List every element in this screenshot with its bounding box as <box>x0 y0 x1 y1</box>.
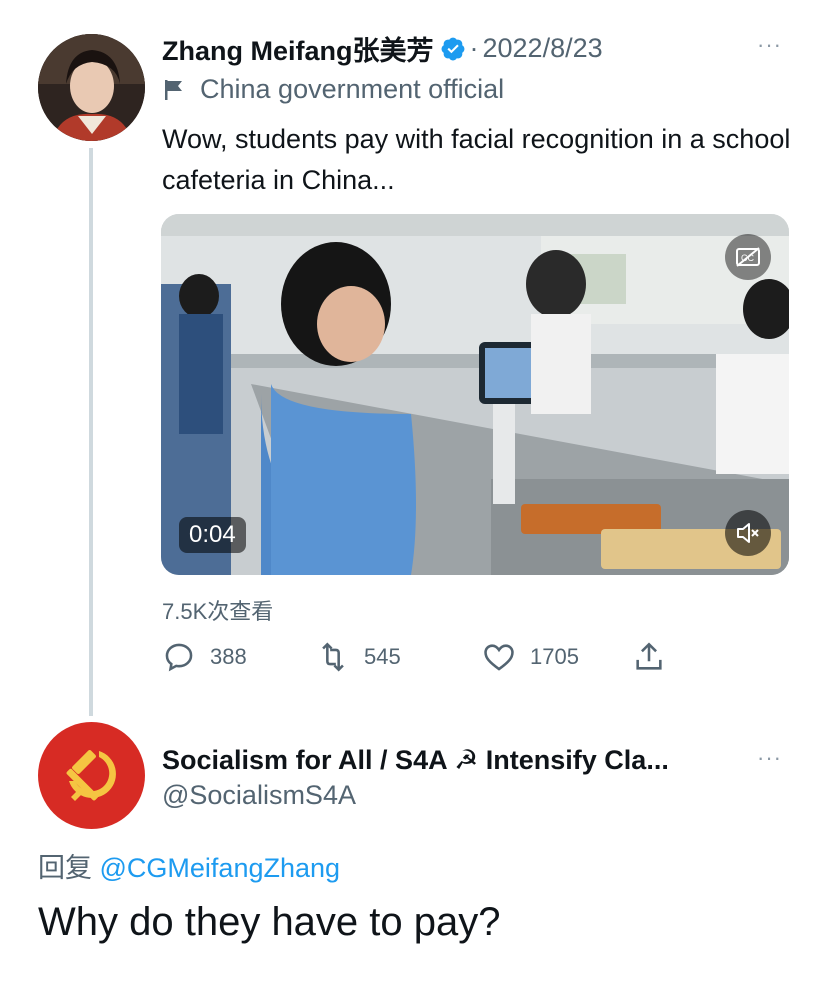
reply-author-avatar[interactable] <box>38 722 145 829</box>
closed-captions-button[interactable]: CC <box>725 234 771 280</box>
reply-author-name[interactable]: Socialism for All / S4A ☭ Intensify Cla.… <box>162 745 669 776</box>
author-name[interactable]: Zhang Meifang张美芳 <box>162 29 434 68</box>
hammer-and-sickle-icon <box>66 749 116 801</box>
account-label: China government official <box>162 74 504 105</box>
like-icon <box>484 644 514 671</box>
reply-button[interactable]: 388 <box>162 640 247 674</box>
closed-captions-icon: CC <box>736 247 760 267</box>
tweet-date[interactable]: 2022/8/23 <box>483 33 603 64</box>
mute-button[interactable] <box>725 510 771 556</box>
reply-icon <box>165 643 193 672</box>
account-label-text: China government official <box>200 74 505 104</box>
more-options-button[interactable]: ··· <box>757 32 782 58</box>
verified-badge-icon <box>441 37 464 60</box>
author-avatar[interactable] <box>38 34 145 141</box>
replying-to-mention[interactable]: @CGMeifangZhang <box>100 853 341 883</box>
tweet-text: Wow, students pay with facial recognitio… <box>162 124 791 195</box>
like-button[interactable]: 1705 <box>482 640 579 674</box>
reply-tweet-text: Why do they have to pay? <box>38 900 501 944</box>
flag-icon <box>165 79 182 100</box>
video-timestamp: 0:04 <box>179 517 246 553</box>
reply-author-handle[interactable]: @SocialismS4A <box>162 780 356 811</box>
share-icon <box>636 642 662 670</box>
view-count: 7.5K次查看 <box>162 599 274 624</box>
share-button[interactable] <box>632 640 680 674</box>
video-player[interactable]: CC 0:04 <box>161 214 789 575</box>
retweet-button[interactable]: 545 <box>316 640 401 674</box>
retweet-count: 545 <box>364 644 401 669</box>
tweet-actions: 388 545 1705 <box>162 640 722 676</box>
like-count: 1705 <box>530 644 579 669</box>
replying-prefix: 回复 <box>38 853 92 883</box>
reply-count: 388 <box>210 644 247 669</box>
replying-to-line: 回复 @CGMeifangZhang <box>38 846 340 885</box>
video-frame <box>161 214 789 575</box>
reply-tweet-header: Socialism for All / S4A ☭ Intensify Cla.… <box>162 740 669 780</box>
retweet-icon <box>322 642 344 672</box>
mute-icon <box>737 523 759 543</box>
thread-connector-line <box>89 148 93 716</box>
avatar-photo <box>38 34 145 141</box>
separator-dot: · <box>469 32 479 63</box>
tweet-header: Zhang Meifang张美芳 · 2022/8/23 <box>162 28 603 68</box>
reply-more-options-button[interactable]: ··· <box>757 745 782 771</box>
